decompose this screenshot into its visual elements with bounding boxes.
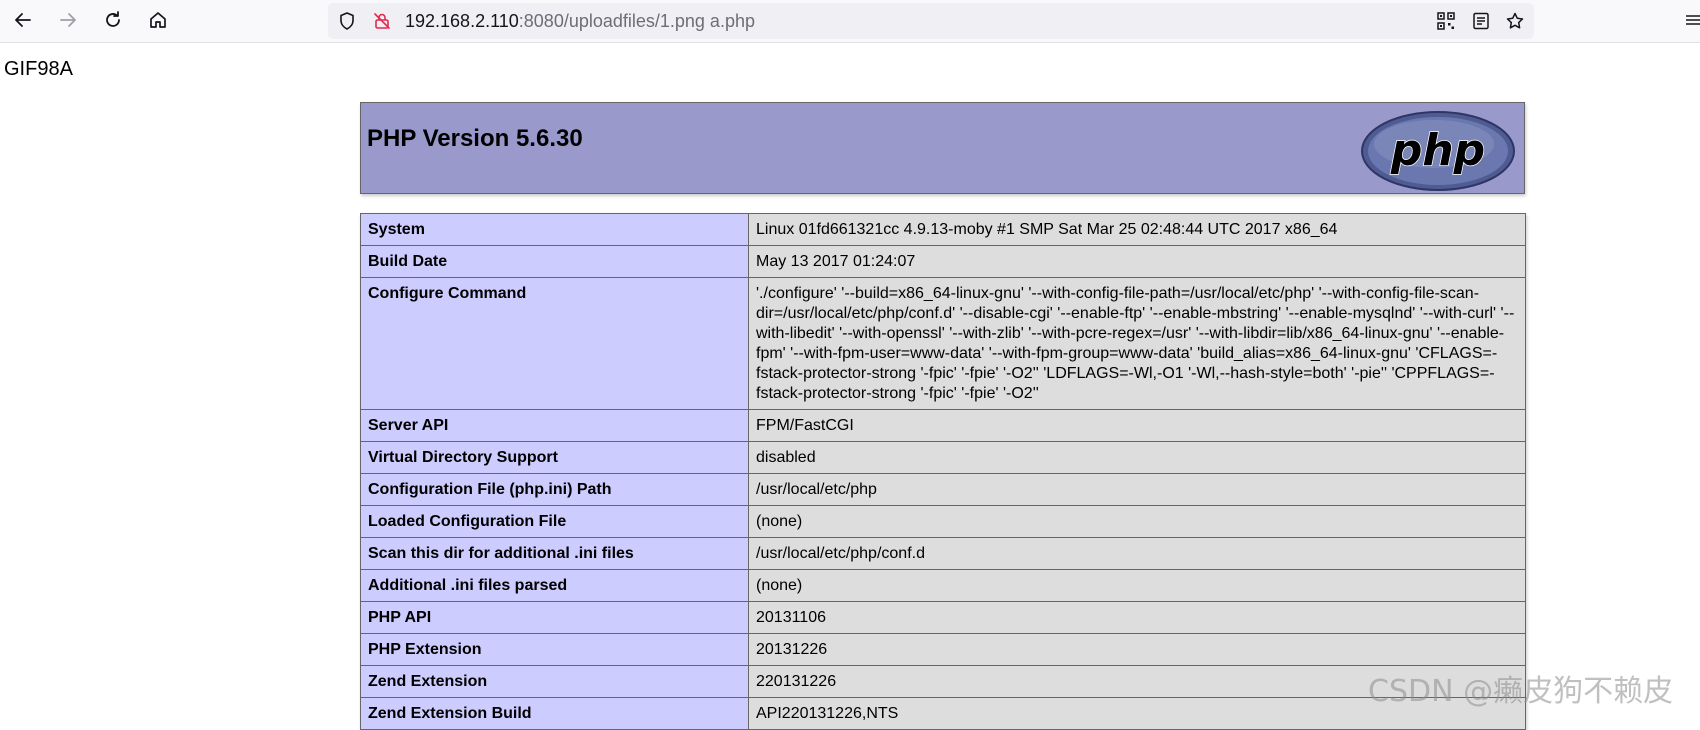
row-key: PHP Extension	[360, 633, 749, 666]
row-value: FPM/FastCGI	[748, 409, 1526, 442]
reload-button[interactable]	[96, 3, 130, 37]
url-text[interactable]: 192.168.2.110:8080/uploadfiles/1.png a.p…	[405, 11, 755, 31]
reload-icon	[106, 11, 120, 27]
row-value: 20131226	[748, 633, 1526, 666]
row-value: /usr/local/etc/php/conf.d	[748, 537, 1526, 570]
row-value: (none)	[748, 505, 1526, 538]
row-key: Configure Command	[360, 277, 749, 410]
bookmark-star-icon[interactable]	[1505, 11, 1525, 31]
row-value: './configure' '--build=x86_64-linux-gnu'…	[748, 277, 1526, 410]
row-key: Zend Extension	[360, 665, 749, 698]
row-key: Loaded Configuration File	[360, 505, 749, 538]
row-key: Server API	[360, 409, 749, 442]
gif-marker-text: GIF98A	[4, 58, 73, 80]
watermark-text: CSDN @癞皮狗不赖皮	[1368, 674, 1674, 709]
qr-code-icon[interactable]	[1436, 11, 1456, 31]
home-icon	[150, 12, 166, 28]
table-row: System Linux 01fd661321cc 4.9.13-moby #1 …	[360, 213, 1526, 246]
table-row: PHP Extension 20131226	[360, 633, 1526, 666]
url-host: 192.168.2.110	[405, 11, 519, 31]
forward-button[interactable]	[51, 3, 85, 37]
row-key: Configuration File (php.ini) Path	[360, 473, 749, 506]
url-path: :8080/uploadfiles/1.png a.php	[518, 11, 755, 31]
forward-arrow-icon	[60, 13, 76, 27]
php-version-header: PHP Version 5.6.30 php	[360, 102, 1525, 194]
table-row: Loaded Configuration File (none)	[360, 505, 1526, 538]
page-title: PHP Version 5.6.30	[367, 125, 583, 152]
row-value: /usr/local/etc/php	[748, 473, 1526, 506]
php-logo[interactable]: php	[1360, 110, 1516, 192]
row-key: Build Date	[360, 245, 749, 278]
row-key: System	[360, 213, 749, 246]
home-button[interactable]	[141, 3, 175, 37]
browser-toolbar: 192.168.2.110:8080/uploadfiles/1.png a.p…	[0, 0, 1700, 43]
table-row: Configuration File (php.ini) Path/usr/lo…	[360, 473, 1526, 506]
overflow-menu-icon[interactable]	[1684, 10, 1700, 30]
back-button[interactable]	[6, 3, 40, 37]
back-arrow-icon	[15, 13, 31, 27]
row-key: Zend Extension Build	[360, 697, 749, 730]
table-row: Additional .ini files parsed (none)	[360, 569, 1526, 602]
row-value: 20131106	[748, 601, 1526, 634]
php-logo-text: php	[1390, 125, 1485, 176]
row-key: Virtual Directory Support	[360, 441, 749, 474]
shield-icon[interactable]	[337, 11, 357, 31]
table-row: Scan this dir for additional .ini files /…	[360, 537, 1526, 570]
row-key: Scan this dir for additional .ini files	[360, 537, 749, 570]
address-bar[interactable]: 192.168.2.110:8080/uploadfiles/1.png a.p…	[328, 3, 1534, 39]
table-row: Build Date May 13 2017 01:24:07	[360, 245, 1526, 278]
row-value: May 13 2017 01:24:07	[748, 245, 1526, 278]
table-row: Server API FPM/FastCGI	[360, 409, 1526, 442]
table-row: Zend Extension Build API220131226,NTS	[360, 697, 1526, 730]
row-value: Linux 01fd661321cc 4.9.13-moby #1 SMP Sa…	[748, 213, 1526, 246]
table-row: Virtual Directory Support disabled	[360, 441, 1526, 474]
reader-view-icon[interactable]	[1471, 11, 1491, 31]
php-info-table: System Linux 01fd661321cc 4.9.13-moby #1 …	[360, 213, 1526, 730]
row-key: Additional .ini files parsed	[360, 569, 749, 602]
row-value: disabled	[748, 441, 1526, 474]
table-row: Configure Command './configure' '--build=…	[360, 277, 1526, 410]
table-row: Zend Extension 220131226	[360, 665, 1526, 698]
row-key: PHP API	[360, 601, 749, 634]
table-row: PHP API 20131106	[360, 601, 1526, 634]
insecure-lock-icon[interactable]	[372, 11, 392, 31]
row-value: (none)	[748, 569, 1526, 602]
